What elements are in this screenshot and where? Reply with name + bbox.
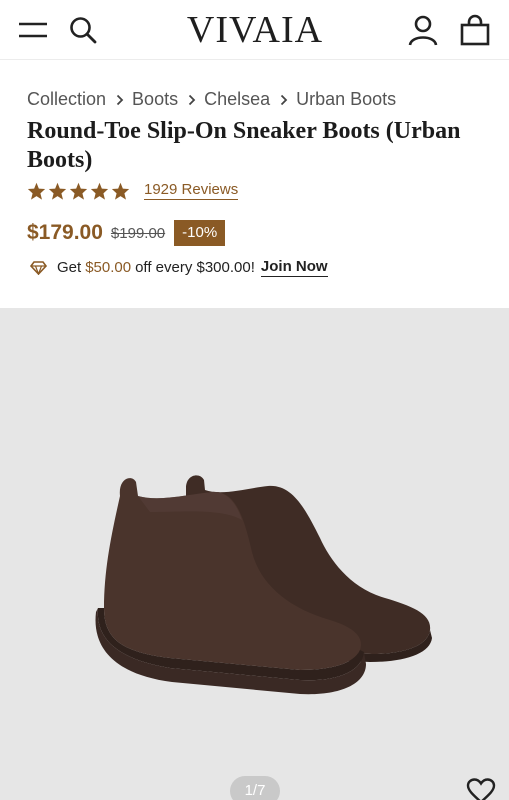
star-icon [69, 182, 88, 200]
star-icon [48, 182, 67, 200]
product-rating: 1929 Reviews [27, 181, 239, 200]
site-header: VIVAIA [0, 0, 509, 60]
product-gallery[interactable]: 1/7 [0, 308, 509, 800]
discount-badge: -10% [174, 220, 226, 246]
diamond-icon [30, 260, 47, 275]
breadcrumb-boots[interactable]: Boots [132, 89, 178, 110]
brand-logo[interactable]: VIVAIA [155, 8, 355, 52]
promo-amount: $50.00 [85, 259, 132, 276]
hamburger-menu-icon[interactable] [16, 13, 50, 47]
join-now-link[interactable]: Join Now [260, 258, 328, 277]
product-title: Round-Toe Slip-On Sneaker Boots (Urban B… [27, 118, 461, 173]
star-icon [111, 182, 130, 200]
promo-text-before: Get [57, 259, 82, 276]
original-price: $199.00 [110, 224, 166, 242]
heart-icon[interactable] [466, 778, 496, 800]
image-counter: 1/7 [230, 776, 280, 800]
chevron-right-icon [280, 94, 288, 106]
product-image[interactable] [0, 308, 509, 800]
membership-promo: Get $50.00 off every $300.00! Join Now [30, 258, 328, 277]
current-price: $179.00 [27, 221, 103, 244]
account-icon[interactable] [406, 13, 440, 47]
reviews-link[interactable]: 1929 Reviews [144, 181, 239, 200]
star-icon [27, 182, 46, 200]
breadcrumb-collection[interactable]: Collection [27, 89, 106, 110]
shopping-bag-icon[interactable] [458, 13, 492, 47]
star-rating[interactable] [27, 182, 132, 200]
breadcrumb-chelsea[interactable]: Chelsea [204, 89, 270, 110]
search-icon[interactable] [66, 13, 100, 47]
product-info: Collection Boots Chelsea Urban Boots Rou… [0, 61, 509, 308]
breadcrumb: Collection Boots Chelsea Urban Boots [27, 89, 396, 110]
star-icon [90, 182, 109, 200]
chevron-right-icon [188, 94, 196, 106]
promo-text-after: off every $300.00! [135, 259, 255, 276]
price-row: $179.00 $199.00 -10% [27, 220, 226, 246]
breadcrumb-urban-boots[interactable]: Urban Boots [296, 89, 396, 110]
chevron-right-icon [116, 94, 124, 106]
